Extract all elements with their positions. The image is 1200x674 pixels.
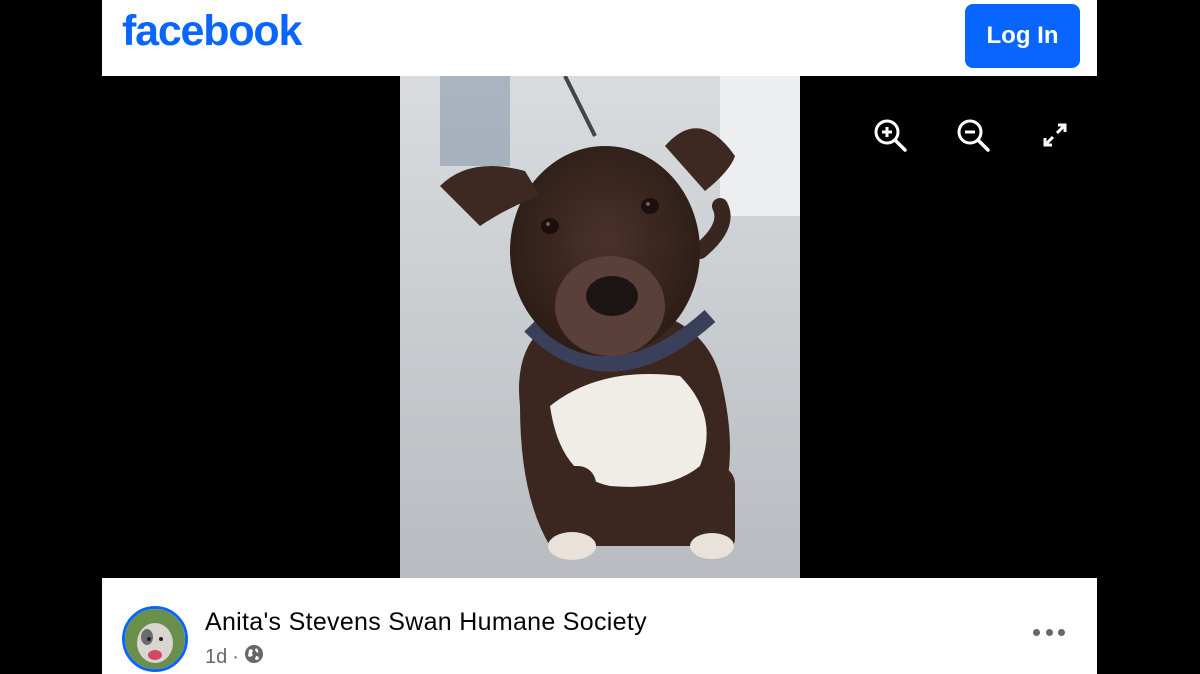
post-meta: 1d · <box>205 644 264 670</box>
more-dot-icon <box>1033 628 1040 636</box>
facebook-logo[interactable]: facebook <box>122 9 302 53</box>
login-button[interactable]: Log In <box>965 4 1080 68</box>
dog-photo-illustration <box>400 76 800 578</box>
page-avatar[interactable] <box>122 606 188 672</box>
zoom-in-icon[interactable] <box>871 116 909 154</box>
zoom-out-icon[interactable] <box>954 116 992 154</box>
facebook-photo-frame: facebook Log In Anita's Stevens Swan Hum… <box>102 0 1097 674</box>
fullscreen-icon[interactable] <box>1036 116 1074 154</box>
photo-viewer <box>102 76 1097 578</box>
post-photo[interactable] <box>400 76 800 578</box>
meta-separator: · <box>232 645 239 668</box>
page-name-link[interactable]: Anita's Stevens Swan Humane Society <box>205 608 647 637</box>
post-time[interactable]: 1d <box>205 646 227 669</box>
more-dot-icon <box>1045 628 1053 636</box>
globe-icon <box>244 644 264 670</box>
top-bar: facebook Log In <box>102 0 1097 76</box>
more-options-button[interactable] <box>1033 622 1065 642</box>
post-footer: Anita's Stevens Swan Humane Society 1d · <box>102 578 1097 674</box>
more-dot-icon <box>1058 628 1065 636</box>
